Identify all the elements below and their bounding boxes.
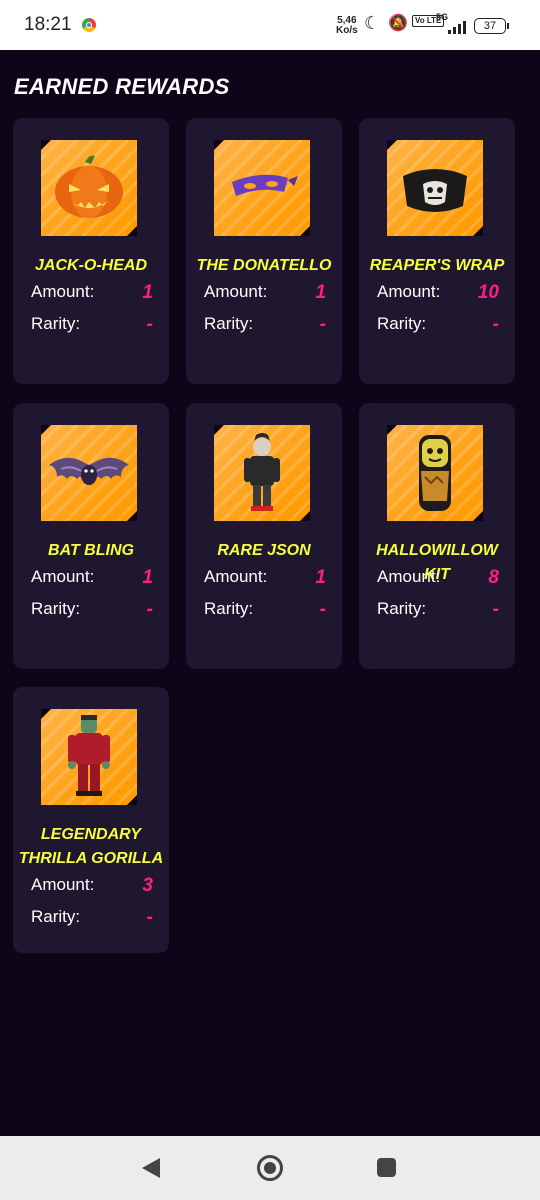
amount-value: 1 xyxy=(142,282,153,303)
rarity-value: - xyxy=(146,314,153,335)
reward-image xyxy=(387,140,483,236)
amount-row: Amount: 1 xyxy=(204,282,326,306)
rarity-value: - xyxy=(146,599,153,620)
reward-image xyxy=(387,425,483,521)
amount-value: 3 xyxy=(142,875,153,896)
amount-row: Amount: 1 xyxy=(204,567,326,591)
rarity-row: Rarity: - xyxy=(31,599,153,623)
home-icon[interactable] xyxy=(257,1155,283,1181)
rarity-label: Rarity: xyxy=(377,599,427,618)
amount-label: Amount: xyxy=(204,282,268,301)
rarity-label: Rarity: xyxy=(31,314,81,333)
reward-name: RARE JSON xyxy=(217,542,311,559)
bat-icon xyxy=(49,457,129,485)
rarity-label: Rarity: xyxy=(31,907,81,926)
amount-label: Amount: xyxy=(31,875,95,894)
rarity-label: Rarity: xyxy=(204,314,254,333)
signal-icon xyxy=(444,20,468,34)
chrome-icon xyxy=(82,18,96,32)
rarity-label: Rarity: xyxy=(31,599,81,618)
amount-label: Amount: xyxy=(377,282,441,301)
reward-name: BAT BLING xyxy=(48,542,134,559)
rarity-row: Rarity: - xyxy=(377,599,499,623)
amount-value: 10 xyxy=(477,282,499,303)
skull-wrap-icon xyxy=(403,169,467,212)
rarity-row: Rarity: - xyxy=(31,314,153,338)
reward-card[interactable]: HALLOWILLOW KIT Amount: 8 Rarity: - xyxy=(359,403,515,669)
navigation-bar xyxy=(0,1136,540,1200)
character-json-icon xyxy=(244,433,280,511)
rarity-label: Rarity: xyxy=(204,599,254,618)
reward-card[interactable]: REAPER'S WRAP Amount: 10 Rarity: - xyxy=(359,118,515,384)
reward-image xyxy=(214,140,310,236)
page-title: EARNED REWARDS xyxy=(14,74,230,99)
recents-icon[interactable] xyxy=(377,1158,396,1177)
back-icon[interactable] xyxy=(142,1158,160,1178)
reward-card[interactable]: BAT BLING Amount: 1 Rarity: - xyxy=(13,403,169,669)
rarity-value: - xyxy=(146,907,153,928)
battery-icon: 37 xyxy=(474,18,509,34)
amount-value: 8 xyxy=(488,567,499,588)
reward-card[interactable]: RARE JSON Amount: 1 Rarity: - xyxy=(186,403,342,669)
amount-label: Amount: xyxy=(31,567,95,586)
rarity-label: Rarity: xyxy=(377,314,427,333)
status-bar: 18:21 5,46 Ko/s ☾ 🔕 Vo LTE 5G 37 xyxy=(0,0,540,50)
rarity-row: Rarity: - xyxy=(204,314,326,338)
amount-label: Amount: xyxy=(31,282,95,301)
reward-card[interactable]: JACK-O-HEAD Amount: 1 Rarity: - xyxy=(13,118,169,384)
reward-image xyxy=(41,425,137,521)
amount-row: Amount: 10 xyxy=(377,282,499,306)
reward-name: THE DONATELLO xyxy=(196,257,332,274)
amount-label: Amount: xyxy=(204,567,268,586)
reward-name: LEGENDARY THRILLA GORILLA xyxy=(18,826,164,867)
purple-mask-icon xyxy=(232,174,298,196)
rarity-value: - xyxy=(492,314,499,335)
reward-name: JACK-O-HEAD xyxy=(35,257,147,274)
pumpkin-icon xyxy=(55,155,123,218)
amount-row: Amount: 1 xyxy=(31,567,153,591)
hallowillow-icon xyxy=(419,435,451,511)
reward-card[interactable]: THE DONATELLO Amount: 1 Rarity: - xyxy=(186,118,342,384)
amount-value: 1 xyxy=(315,567,326,588)
amount-row: Amount: 3 xyxy=(31,875,153,899)
reward-image xyxy=(41,709,137,805)
rarity-value: - xyxy=(319,599,326,620)
network-speed: 5,46 Ko/s xyxy=(336,15,358,36)
reward-name: REAPER'S WRAP xyxy=(369,257,505,274)
reward-image xyxy=(41,140,137,236)
rarity-row: Rarity: - xyxy=(204,599,326,623)
rarity-value: - xyxy=(492,599,499,620)
amount-label: Amount: xyxy=(377,567,441,586)
amount-row: Amount: 8 xyxy=(377,567,499,591)
amount-row: Amount: 1 xyxy=(31,282,153,306)
rarity-row: Rarity: - xyxy=(377,314,499,338)
reward-card[interactable]: LEGENDARY THRILLA GORILLA Amount: 3 Rari… xyxy=(13,687,169,953)
amount-value: 1 xyxy=(142,567,153,588)
rarity-value: - xyxy=(319,314,326,335)
mute-icon: 🔕 xyxy=(388,15,408,32)
amount-value: 1 xyxy=(315,282,326,303)
do-not-disturb-icon: ☾ xyxy=(364,13,381,33)
thrilla-gorilla-icon xyxy=(68,715,110,796)
reward-image xyxy=(214,425,310,521)
clock: 18:21 xyxy=(24,14,72,35)
rarity-row: Rarity: - xyxy=(31,907,153,931)
